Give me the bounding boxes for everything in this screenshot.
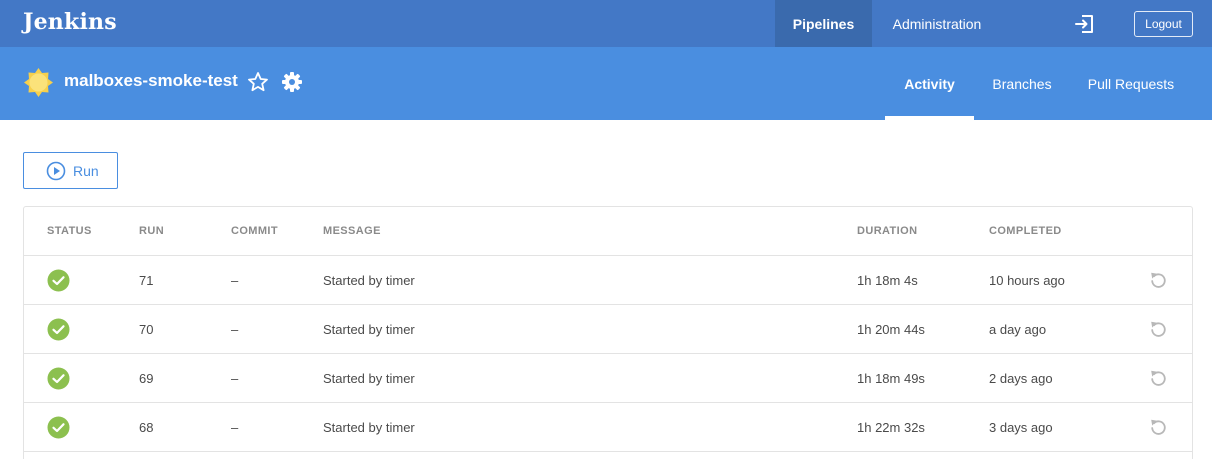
- column-header-run: RUN: [139, 225, 165, 237]
- run-duration: 1h 18m 4s: [857, 272, 918, 288]
- tab-branches[interactable]: Branches: [974, 47, 1070, 120]
- run-number: 69: [139, 370, 154, 386]
- status-cell: [47, 305, 70, 353]
- table-row[interactable]: 69 – Started by timer 1h 18m 49s 2 days …: [24, 354, 1192, 403]
- table-row[interactable]: 68 – Started by timer 1h 22m 32s 3 days …: [24, 403, 1192, 452]
- column-header-duration: DURATION: [857, 225, 918, 237]
- replay-icon: [1151, 321, 1166, 337]
- run-completed: 3 days ago: [989, 419, 1053, 435]
- pipeline-header: malboxes-smoke-test Activity Branches Pu…: [0, 47, 1212, 120]
- column-header-message: MESSAGE: [323, 225, 381, 237]
- status-cell: [47, 354, 70, 402]
- commit-id: –: [231, 321, 239, 337]
- pipeline-name[interactable]: malboxes-smoke-test: [64, 71, 238, 91]
- check-circle-icon: [47, 318, 70, 340]
- replay-button[interactable]: [1146, 305, 1170, 353]
- gear-icon[interactable]: [281, 71, 303, 93]
- logout-button[interactable]: Logout: [1134, 11, 1193, 37]
- run-number: 70: [139, 321, 154, 337]
- activity-table: STATUS RUN COMMIT MESSAGE DURATION COMPL…: [23, 206, 1193, 459]
- run-duration: 1h 20m 44s: [857, 321, 925, 337]
- table-row[interactable]: 71 – Started by timer 1h 18m 4s 10 hours…: [24, 256, 1192, 305]
- table-header-row: STATUS RUN COMMIT MESSAGE DURATION COMPL…: [24, 207, 1192, 256]
- run-message: Started by timer: [323, 321, 415, 337]
- star-outline-icon[interactable]: [247, 71, 269, 93]
- replay-button[interactable]: [1146, 354, 1170, 402]
- check-circle-icon: [47, 367, 70, 389]
- check-circle-icon: [47, 269, 70, 291]
- table-row[interactable]: 70 – Started by timer 1h 20m 44s a day a…: [24, 305, 1192, 354]
- replay-icon: [1151, 370, 1166, 386]
- top-navigation-bar: Jenkins Pipelines Administration Logout: [0, 0, 1212, 47]
- run-completed: 2 days ago: [989, 370, 1053, 386]
- status-cell: [47, 403, 70, 451]
- run-number: 71: [139, 272, 154, 288]
- run-duration: 1h 18m 49s: [857, 370, 925, 386]
- run-completed: a day ago: [989, 321, 1047, 337]
- run-duration: 1h 22m 32s: [857, 419, 925, 435]
- commit-id: –: [231, 370, 239, 386]
- run-message: Started by timer: [323, 272, 415, 288]
- run-message: Started by timer: [323, 419, 415, 435]
- play-circle-icon: [46, 161, 66, 180]
- column-header-completed: COMPLETED: [989, 225, 1062, 237]
- status-cell: [47, 256, 70, 304]
- run-completed: 10 hours ago: [989, 272, 1065, 288]
- run-message: Started by timer: [323, 370, 415, 386]
- run-button-label: Run: [73, 162, 99, 179]
- sun-icon: [24, 68, 53, 97]
- check-circle-icon: [47, 416, 70, 438]
- nav-administration[interactable]: Administration: [872, 0, 1002, 47]
- replay-icon: [1151, 272, 1166, 288]
- commit-id: –: [231, 419, 239, 435]
- sign-out-icon[interactable]: [1073, 13, 1095, 35]
- nav-pipelines[interactable]: Pipelines: [775, 0, 872, 47]
- column-header-commit: COMMIT: [231, 225, 279, 237]
- commit-id: –: [231, 272, 239, 288]
- run-button[interactable]: Run: [23, 152, 118, 189]
- run-number: 68: [139, 419, 154, 435]
- tab-activity[interactable]: Activity: [885, 47, 974, 120]
- tab-pull-requests[interactable]: Pull Requests: [1070, 47, 1192, 120]
- replay-icon: [1151, 419, 1166, 435]
- replay-button[interactable]: [1146, 256, 1170, 304]
- replay-button[interactable]: [1146, 403, 1170, 451]
- column-header-status: STATUS: [47, 225, 92, 237]
- jenkins-logo[interactable]: Jenkins: [23, 9, 117, 35]
